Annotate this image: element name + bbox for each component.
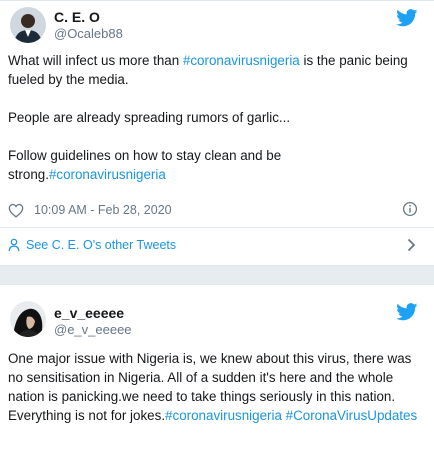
person-icon: [8, 238, 20, 252]
tweet-paragraph: People are already spreading rumors of g…: [8, 110, 291, 125]
tweet-text: One major issue with Nigeria is, we knew…: [8, 349, 424, 425]
tweet-card: C. E. O @Ocaleb88 What will infect us mo…: [0, 0, 434, 266]
hashtag-link[interactable]: #coronavirusnigeria: [49, 167, 166, 182]
tweet-timestamp[interactable]: 10:09 AM - Feb 28, 2020: [34, 203, 172, 217]
avatar[interactable]: [10, 301, 46, 337]
avatar[interactable]: [10, 7, 46, 43]
divider: [0, 227, 434, 228]
tweet-card: e_v_eeeee @e_v_eeeee One major issue wit…: [0, 284, 434, 454]
see-other-tweets-link[interactable]: See C. E. O's other Tweets: [8, 233, 424, 257]
hashtag-link[interactable]: #coronavirusnigeria: [183, 53, 300, 68]
tweet-meta: 10:09 AM - Feb 28, 2020: [8, 199, 424, 221]
author-name[interactable]: C. E. O: [54, 9, 100, 25]
chevron-right-icon: [407, 238, 416, 252]
see-other-tweets-label: See C. E. O's other Tweets: [26, 238, 177, 252]
avatar-photo: [10, 301, 46, 337]
twitter-bird-icon[interactable]: [396, 9, 418, 27]
author-name[interactable]: e_v_eeeee: [54, 305, 124, 321]
info-icon[interactable]: [402, 201, 418, 217]
hashtag-link[interactable]: #coronavirusnigeria: [165, 408, 282, 423]
tweet-paragraph: One major issue with Nigeria is, we knew…: [8, 351, 418, 423]
twitter-bird-icon[interactable]: [396, 303, 418, 321]
tweet-text: What will infect us more than #coronavir…: [8, 51, 424, 184]
tweet-paragraph: Follow guidelines on how to stay clean a…: [8, 148, 282, 182]
tweet-paragraph: What will infect us more than #coronavir…: [8, 53, 408, 87]
heart-icon[interactable]: [8, 203, 24, 218]
author-handle[interactable]: @e_v_eeeee: [54, 322, 132, 337]
avatar-photo: [10, 7, 46, 43]
author-handle[interactable]: @Ocaleb88: [54, 26, 123, 41]
hashtag-link[interactable]: #CoronaVirusUpdates: [286, 408, 418, 423]
